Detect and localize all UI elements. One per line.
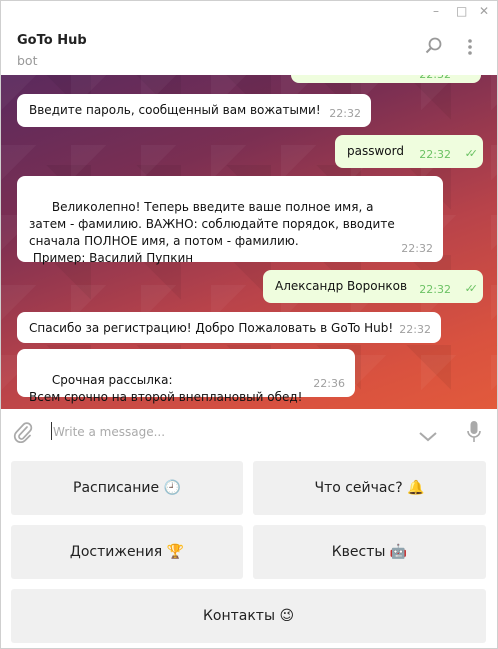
message-bubble: Срочная рассылка: Всем срочно на второй … [17, 349, 355, 404]
message-time: 22:32 [329, 107, 361, 120]
message-text: Великолепно! Теперь введите ваше полное … [29, 200, 395, 265]
microphone-icon[interactable] [466, 420, 482, 448]
message-text: Срочная рассылка: Всем срочно на второй … [29, 373, 303, 404]
maximize-button[interactable]: □ [456, 3, 467, 19]
message-bubble: Введите пароль, сообщенный вам вожатыми!… [17, 94, 371, 127]
title-bar: – □ ✕ [1, 1, 497, 23]
message-time: 22:32 [401, 242, 433, 255]
achievements-button[interactable]: Достижения 🏆 [11, 525, 243, 579]
message-time: 22:32 [419, 148, 451, 161]
telegram-window: – □ ✕ GoTo Hub bot 22:32 Введите пароль,… [0, 0, 498, 649]
schedule-button[interactable]: Расписание 🕘 [11, 461, 243, 515]
message-bubble-outgoing: password 22:32 ✓✓ [335, 135, 483, 168]
message-bubble: Спасибо за регистрацию! Добро Пожаловать… [17, 312, 441, 343]
contacts-button[interactable]: Контакты 😉 [11, 589, 486, 643]
chat-status: bot [17, 53, 38, 68]
chat-title: GoTo Hub [17, 33, 87, 48]
message-time: 22:36 [313, 377, 345, 390]
quests-button[interactable]: Квесты 🤖 [253, 525, 486, 579]
now-button[interactable]: Что сейчас? 🔔 [253, 461, 486, 515]
message-time: 22:32 [419, 283, 451, 296]
message-composer: Write a message... [1, 409, 497, 455]
close-button[interactable]: ✕ [479, 3, 489, 19]
message-bubble: Великолепно! Теперь введите ваше полное … [17, 176, 443, 265]
bot-keyboard: Расписание 🕘 Что сейчас? 🔔 Достижения 🏆 … [1, 455, 497, 648]
chat-header[interactable]: GoTo Hub bot [1, 23, 497, 75]
message-text: Александр Воронков [275, 279, 408, 293]
minimize-button[interactable]: – [433, 3, 439, 19]
read-checkmarks-icon: ✓✓ [464, 282, 479, 295]
text-cursor [51, 422, 52, 440]
message-text: Спасибо за регистрацию! Добро Пожаловать… [29, 321, 394, 335]
message-bubble-partial: 22:32 [291, 75, 481, 83]
message-input[interactable]: Write a message... [53, 425, 165, 439]
more-options-icon[interactable] [467, 38, 473, 60]
message-list[interactable]: 22:32 Введите пароль, сообщенный вам вож… [1, 75, 497, 409]
search-icon[interactable] [425, 37, 443, 59]
attach-icon[interactable] [13, 421, 33, 447]
message-text: password [347, 144, 404, 158]
keyboard-toggle-chevron-icon[interactable] [419, 427, 437, 446]
message-time: 22:32 [399, 323, 431, 336]
message-bubble-outgoing: Александр Воронков 22:32 ✓✓ [263, 270, 483, 303]
message-text: Введите пароль, сообщенный вам вожатыми! [29, 103, 321, 117]
read-checkmarks-icon: ✓✓ [464, 147, 479, 160]
message-time: 22:32 [419, 75, 451, 83]
